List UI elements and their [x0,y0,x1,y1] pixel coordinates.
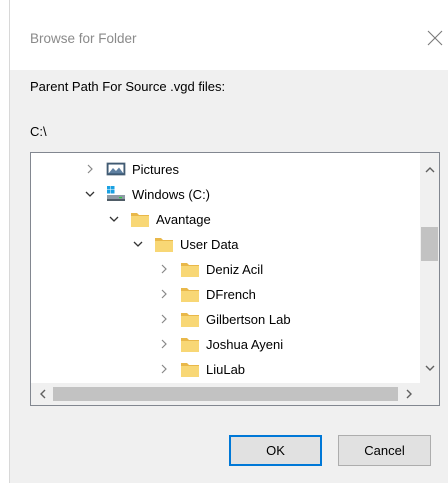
current-path: C:\ [30,124,47,139]
tree-item-windows-drive[interactable]: Windows (C:) [84,182,210,206]
chevron-down-icon[interactable] [84,188,96,200]
dialog-title: Browse for Folder [30,31,137,46]
tree-item-joshua-ayeni[interactable]: Joshua Ayeni [158,332,283,356]
title-bar: Browse for Folder [10,0,448,70]
tree-item-pictures[interactable]: Pictures [84,157,179,181]
folder-icon [180,309,200,329]
tree-item-label: User Data [180,236,239,252]
scroll-up-button[interactable] [420,161,439,179]
folder-icon [180,259,200,279]
tree-item-label: Pictures [132,161,179,177]
tree-item-label: Avantage [156,211,211,227]
horizontal-scrollbar[interactable] [31,383,420,405]
browse-folder-dialog: Browse for Folder Parent Path For Source… [9,0,448,483]
chevron-right-icon[interactable] [158,263,170,275]
ok-button[interactable]: OK [229,435,322,466]
scroll-down-button[interactable] [420,359,439,377]
folder-icon [154,234,174,254]
chevron-right-icon[interactable] [158,338,170,350]
chevron-right-icon[interactable] [84,163,96,175]
scrollbar-corner [420,383,439,405]
cancel-button[interactable]: Cancel [338,435,431,466]
tree-item-liulab[interactable]: LiuLab [158,357,245,381]
tree-item-label: LiuLab [206,361,246,377]
scroll-left-button[interactable] [33,385,52,403]
tree-item-avantage[interactable]: Avantage [108,207,211,231]
tree-item-label: DFrench [206,286,256,302]
chevron-up-icon [425,167,434,173]
close-icon [427,30,443,46]
tree-item-gilbertson-lab[interactable]: Gilbertson Lab [158,307,291,331]
folder-icon [180,334,200,354]
tree-item-label: Windows (C:) [132,186,211,202]
tree-item-label: Gilbertson Lab [206,311,291,327]
chevron-down-icon[interactable] [108,213,120,225]
chevron-right-icon[interactable] [158,363,170,375]
close-button[interactable] [424,27,446,49]
folder-icon [180,284,200,304]
scroll-right-button[interactable] [399,385,418,403]
folder-icon [130,209,150,229]
pictures-library-icon [106,159,126,179]
chevron-down-icon[interactable] [132,238,144,250]
chevron-right-icon[interactable] [158,313,170,325]
tree-item-deniz-acil[interactable]: Deniz Acil [158,257,263,281]
prompt-label: Parent Path For Source .vgd files: [30,79,226,94]
tree-item-user-data[interactable]: User Data [132,232,239,256]
chevron-right-icon [406,389,412,399]
folder-icon [180,359,200,379]
tree-viewport: Pictures Windows (C:) Avantage User Data… [31,153,420,383]
vertical-scrollbar[interactable] [420,153,439,383]
tree-item-dfrench[interactable]: DFrench [158,282,256,306]
horizontal-scroll-thumb[interactable] [53,387,398,401]
tree-item-label: Deniz Acil [206,261,264,277]
drive-icon [106,184,126,204]
tree-item-label: Joshua Ayeni [206,336,284,352]
chevron-down-icon [425,365,434,371]
folder-tree[interactable]: Pictures Windows (C:) Avantage User Data… [30,152,440,406]
chevron-left-icon [39,389,45,399]
chevron-right-icon[interactable] [158,288,170,300]
vertical-scroll-thumb[interactable] [421,227,438,261]
